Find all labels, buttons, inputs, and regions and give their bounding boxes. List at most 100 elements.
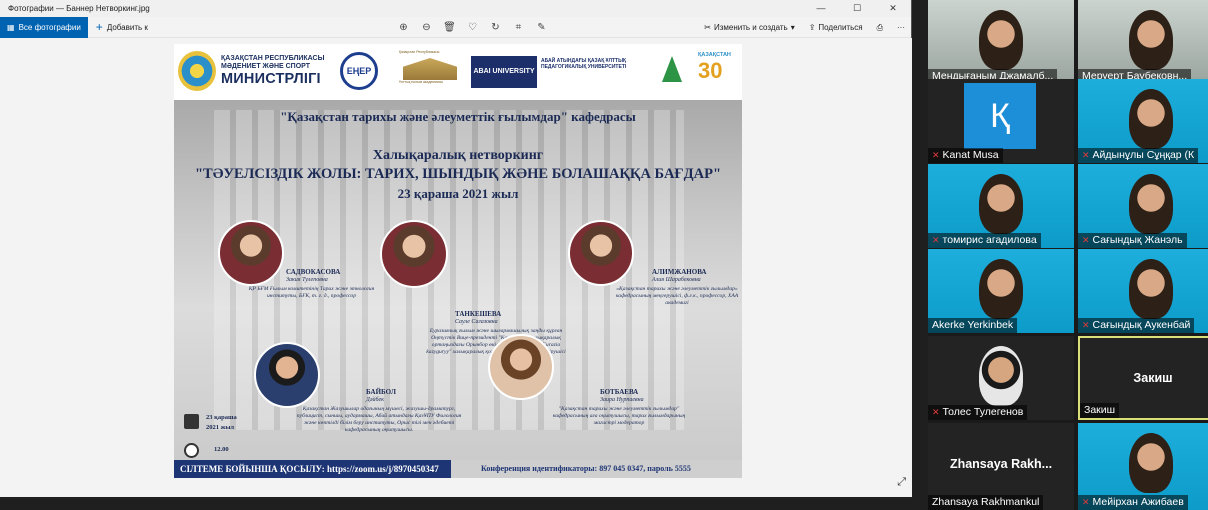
date-day: 23 қараша: [206, 414, 237, 421]
muted-mic-icon: ✕: [1082, 497, 1090, 507]
participant-name: Kanat Musa: [942, 149, 999, 161]
participant-video: [979, 346, 1023, 406]
participant-video: [979, 259, 1023, 319]
muted-mic-icon: ✕: [932, 235, 940, 245]
all-photos-button[interactable]: ▦ Все фотографии: [0, 16, 88, 38]
screen: Фотографии — Баннер Нетворкинг.jpg — ☐ ✕…: [0, 0, 1208, 510]
print-button[interactable]: ⎙: [877, 23, 883, 33]
app-logo-icon: Қ: [964, 83, 1036, 149]
banner-hero: "Қазақстан тарихы және әлеуметтік ғылымд…: [174, 100, 742, 478]
close-button[interactable]: ✕: [875, 0, 911, 17]
participant-tile[interactable]: ✕ Айдынұлы Сұңқар (К: [1078, 79, 1208, 163]
edit-create-label: Изменить и создать: [713, 23, 788, 32]
speaker-photo: [488, 334, 554, 400]
participant-video: [1129, 433, 1173, 493]
participant-label: ✕ томирис агадилова: [928, 233, 1041, 248]
participant-label: ✕ Сағындық Аукенбай: [1078, 318, 1195, 333]
edit-icon: ✂: [704, 23, 711, 32]
state-emblem-icon: [178, 51, 216, 91]
participant-video: [979, 174, 1023, 234]
logo-strip: ҚАЗАҚСТАН РЕСПУБЛИКАСЫ МӘДЕНИЕТ ЖӘНЕ СПО…: [174, 44, 742, 100]
participant-tile[interactable]: Akerke Yerkinbek: [928, 249, 1074, 333]
speaker-first-name: Закия Тулеповна: [286, 277, 328, 283]
participant-tile[interactable]: ✕ томирис агадилова: [928, 164, 1074, 248]
event-date: 23 қараша 2021 жыл: [397, 186, 519, 201]
banner-image: ҚАЗАҚСТАН РЕСПУБЛИКАСЫ МӘДЕНИЕТ ЖӘНЕ СПО…: [174, 44, 742, 478]
participant-label: ✕ Мейірхан Ажибаев: [1078, 495, 1188, 510]
speaker-description: "Қазақстан тарихы және әлеуметтік ғылымд…: [552, 406, 686, 426]
add-to-label: Добавить к: [106, 22, 148, 32]
participant-name-placeholder: Zhansaya Rakh...: [949, 457, 1053, 471]
speaker-name: САДВОКАСОВА: [286, 268, 341, 276]
participant-name: Сағындық Жанэль: [1092, 234, 1183, 246]
participant-video: [1129, 10, 1173, 70]
minimize-button[interactable]: —: [803, 0, 839, 17]
fullscreen-icon[interactable]: ⤢: [897, 476, 906, 489]
participant-label: ✕ Сағындық Жанэль: [1078, 233, 1187, 248]
share-label: Поделиться: [818, 23, 863, 32]
kazakhstan-30-logo: ҚАЗАҚСТАН 30: [698, 52, 731, 83]
academy-building-icon: [403, 58, 457, 80]
favorite-icon[interactable]: ♡: [461, 22, 484, 33]
participant-name: Сағындық Аукенбай: [1092, 319, 1191, 331]
crop-icon[interactable]: ⌗: [507, 22, 530, 33]
participant-video: [1129, 89, 1173, 149]
academy-logo: Қазақстан Республикасы Ұлттық ғылым акад…: [399, 50, 463, 92]
ener-logo: ЕҢЕР: [340, 52, 378, 90]
participant-video: [1129, 174, 1173, 234]
share-icon: ⇪: [808, 23, 816, 32]
event-title: "ТӘУЕЛСІЗДІК ЖОЛЫ: ТАРИХ, ШЫНДЫҚ ЖӘНЕ БО…: [194, 166, 721, 182]
abai-university-logo: ABAI UNIVERSITY: [471, 56, 537, 88]
calendar-icon: [184, 414, 199, 429]
participant-tile[interactable]: ✕ Сағындық Жанэль: [1078, 164, 1208, 248]
participant-tile[interactable]: Қ ✕ Kanat Musa: [928, 79, 1074, 163]
add-to-button[interactable]: + Добавить к: [88, 20, 156, 34]
speaker-first-name: Заира Нурпаевна: [600, 397, 644, 403]
speaker-first-name: Алия Шарабековна: [652, 277, 701, 283]
grid-icon: ▦: [7, 22, 15, 32]
speaker-name: БОТБАЕВА: [600, 388, 639, 396]
enhance-icon[interactable]: ✎: [530, 22, 553, 33]
participant-tile[interactable]: Меруерт Баубековн...: [1078, 0, 1208, 84]
department-title: "Қазақстан тарихы және әлеуметтік ғылымд…: [280, 109, 636, 124]
participant-tile[interactable]: ✕ Мейірхан Ажибаев: [1078, 423, 1208, 510]
speaker-name: АЛИМЖАНОВА: [652, 268, 707, 276]
view-tools: ⊕ ⊖ 🗑 ♡ ↻ ⌗ ✎: [392, 17, 553, 38]
speaker-photo: [218, 220, 284, 286]
abai-university-text: АБАЙ АТЫНДАҒЫ ҚАЗАҚ ҰЛТТЫҚ ПЕДАГОГИКАЛЫҚ…: [541, 58, 627, 70]
zoom-in-icon[interactable]: ⊕: [392, 22, 415, 33]
participant-tile-active-speaker[interactable]: Закиш Закиш: [1078, 336, 1208, 420]
tree-logo-icon: [659, 50, 685, 92]
participant-tile[interactable]: Мендығаным Джамалб...: [928, 0, 1074, 84]
speaker-photo: [254, 342, 320, 408]
participant-grid: Мендығаным Джамалб... Меруерт Баубековн.…: [928, 0, 1208, 510]
participant-tile[interactable]: ✕ Толес Тулегенов: [928, 336, 1074, 420]
conference-id: Конференция идентификаторы: 897 045 0347…: [451, 460, 742, 478]
print-icon: ⎙: [876, 22, 883, 32]
participant-video: [979, 10, 1023, 70]
window-title: Фотографии — Баннер Нетворкинг.jpg: [8, 4, 150, 13]
right-tools: ✂ Изменить и создать ▾ ⇪ Поделиться ⎙ ··…: [704, 17, 905, 38]
event-type: Халықаралық нетворкинг: [372, 148, 544, 163]
participant-name: Zhansaya Rakhmankul: [932, 496, 1040, 508]
participant-video: [1129, 259, 1173, 319]
speaker-photo: [380, 220, 448, 288]
delete-icon[interactable]: 🗑: [438, 22, 461, 33]
zoom-out-icon[interactable]: ⊖: [415, 22, 438, 33]
all-photos-label: Все фотографии: [18, 22, 81, 32]
participant-label: Закиш: [1080, 403, 1120, 418]
rotate-icon[interactable]: ↻: [484, 22, 507, 33]
participant-label: ✕ Kanat Musa: [928, 148, 1003, 163]
speaker-first-name: Сауле Сагазовна: [455, 319, 498, 325]
speaker-name: ТАНКЕШЕВА: [455, 310, 502, 318]
ministry-logo-text: ҚАЗАҚСТАН РЕСПУБЛИКАСЫ МӘДЕНИЕТ ЖӘНЕ СПО…: [221, 55, 325, 87]
participant-tile[interactable]: ✕ Сағындық Аукенбай: [1078, 249, 1208, 333]
edit-create-button[interactable]: ✂ Изменить и создать ▾: [704, 23, 794, 32]
share-button[interactable]: ⇪ Поделиться: [809, 23, 863, 32]
date-year: 2021 жыл: [206, 424, 235, 431]
more-button[interactable]: ···: [897, 23, 905, 32]
maximize-button[interactable]: ☐: [839, 0, 875, 17]
window-controls: — ☐ ✕: [803, 0, 911, 17]
muted-mic-icon: ✕: [932, 407, 940, 417]
participant-tile[interactable]: Zhansaya Rakh... Zhansaya Rakhmankul: [928, 423, 1074, 510]
